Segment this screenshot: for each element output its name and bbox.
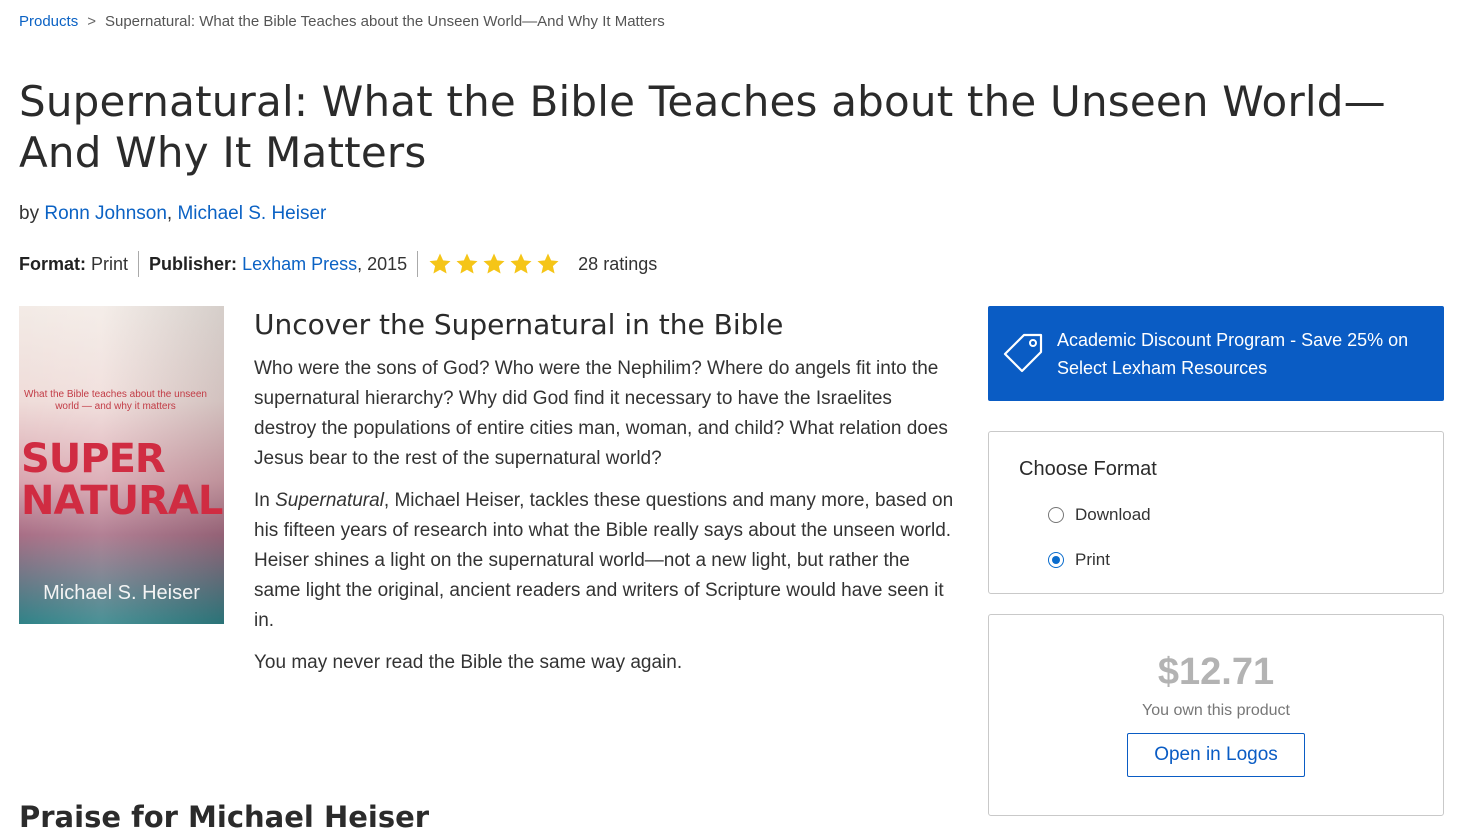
promo-text: Academic Discount Program - Save 25% on …: [1057, 330, 1409, 378]
author-link-ronn-johnson[interactable]: Ronn Johnson: [44, 203, 167, 224]
format-label: Format:: [19, 253, 86, 274]
author-link-michael-heiser[interactable]: Michael S. Heiser: [177, 203, 326, 224]
academic-discount-banner[interactable]: Academic Discount Program - Save 25% on …: [988, 306, 1444, 401]
cover-title-line1: SUPER: [21, 436, 166, 482]
purchase-box: $12.71 You own this product Open in Logo…: [988, 614, 1444, 816]
format-option-download[interactable]: Download: [1048, 505, 1151, 525]
description-paragraph: You may never read the Bible the same wa…: [254, 652, 683, 673]
ratings-count-link[interactable]: 28 ratings: [578, 254, 657, 275]
breadcrumb: Products > Supernatural: What the Bible Te…: [19, 13, 665, 30]
breadcrumb-separator: >: [87, 13, 96, 30]
description-paragraph: Who were the sons of God? Who were the N…: [254, 358, 948, 469]
byline: by Ronn Johnson, Michael S. Heiser: [19, 203, 326, 225]
description-paragraph: In Supernatural, Michael Heiser, tackles…: [254, 486, 954, 636]
format-option-label: Download: [1075, 505, 1151, 524]
para-body: , Michael Heiser, tackles these question…: [254, 490, 954, 631]
book-cover-image: What the Bible teaches about the unseen …: [19, 306, 224, 624]
breadcrumb-products-link[interactable]: Products: [19, 13, 78, 30]
product-meta: Format: Print Publisher: Lexham Press, 2…: [19, 250, 657, 278]
description-heading: Uncover the Supernatural in the Bible: [254, 308, 784, 341]
cover-title-line2: NATURAL: [21, 478, 223, 524]
publisher-link[interactable]: Lexham Press: [242, 254, 357, 275]
open-in-logos-button[interactable]: Open in Logos: [1127, 733, 1305, 777]
author-separator: ,: [166, 203, 173, 224]
format-option-label: Print: [1075, 550, 1110, 569]
praise-heading: Praise for Michael Heiser: [19, 800, 430, 834]
by-label: by: [19, 203, 40, 224]
publisher-year: , 2015: [357, 253, 408, 274]
format-option-print[interactable]: Print: [1048, 550, 1110, 570]
cover-author: Michael S. Heiser: [43, 582, 200, 604]
price-tag-icon: [1003, 333, 1043, 373]
breadcrumb-current[interactable]: Supernatural: What the Bible Teaches abo…: [105, 13, 665, 30]
price: $12.71: [1157, 651, 1275, 693]
publisher-label: Publisher:: [149, 253, 238, 274]
rating-stars[interactable]: [428, 252, 560, 276]
para-prefix: In: [254, 490, 276, 511]
meta-divider: [138, 251, 140, 277]
format-selector: Choose Format Download Print: [988, 431, 1444, 594]
star-icon: [537, 253, 559, 274]
format-value: Print: [91, 253, 129, 274]
page-title: Supernatural: What the Bible Teaches abo…: [19, 77, 1386, 177]
format-selector-title: Choose Format: [1019, 458, 1157, 480]
owned-status: You own this product: [1142, 702, 1290, 719]
star-icon: [456, 253, 478, 274]
product-description: Uncover the Supernatural in the Bible Wh…: [254, 306, 954, 690]
cover-tagline: What the Bible teaches about the unseen …: [24, 389, 207, 412]
radio-print[interactable]: [1048, 552, 1064, 568]
book-title-italic: Supernatural: [275, 490, 384, 511]
meta-divider: [417, 251, 419, 277]
star-icon: [510, 253, 532, 274]
star-icon: [483, 253, 505, 274]
star-icon: [429, 253, 451, 274]
radio-download[interactable]: [1048, 507, 1064, 523]
